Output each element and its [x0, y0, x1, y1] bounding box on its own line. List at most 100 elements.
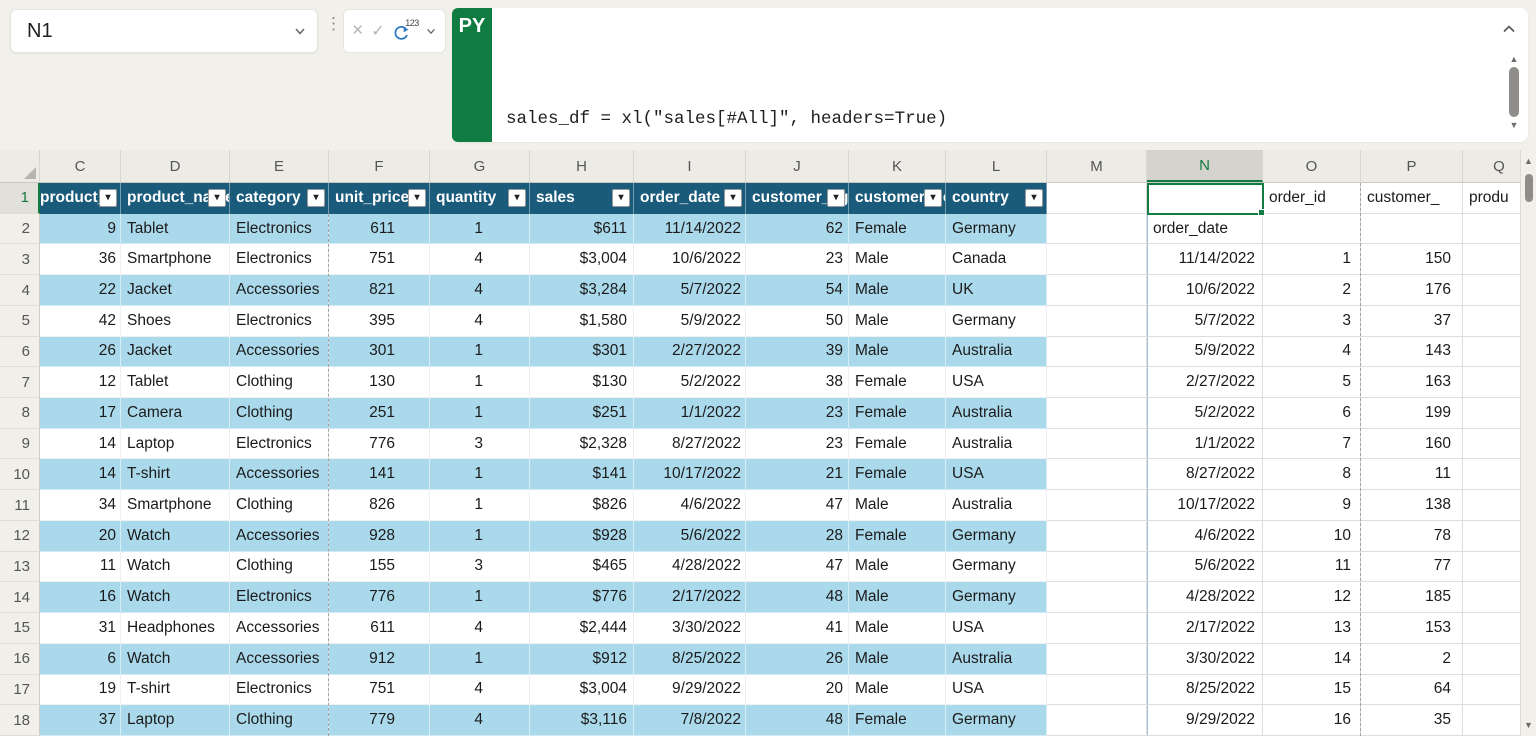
cell-D12[interactable]: Watch — [121, 521, 230, 552]
cell-D16[interactable]: Watch — [121, 644, 230, 675]
cell-J17[interactable]: 20 — [746, 675, 849, 706]
row-header-16[interactable]: 16 — [0, 644, 40, 675]
cell-H18[interactable]: $3,116 — [530, 705, 634, 736]
cell-C9[interactable]: 14 — [40, 429, 121, 460]
cell-K8[interactable]: Female — [849, 398, 946, 429]
cell-F2[interactable]: 611 — [329, 214, 430, 245]
cell-P5[interactable]: 37 — [1361, 306, 1463, 337]
cell-E14[interactable]: Electronics — [230, 582, 329, 613]
cell-C14[interactable]: 16 — [40, 582, 121, 613]
cell-K3[interactable]: Male — [849, 244, 946, 275]
row-header-11[interactable]: 11 — [0, 490, 40, 521]
cell-L18[interactable]: Germany — [946, 705, 1047, 736]
cell-D5[interactable]: Shoes — [121, 306, 230, 337]
cell-N2[interactable]: order_date — [1147, 214, 1263, 245]
column-header-I[interactable]: I — [634, 150, 746, 182]
column-header-C[interactable]: C — [40, 150, 121, 182]
cell-J4[interactable]: 54 — [746, 275, 849, 306]
cell-H11[interactable]: $826 — [530, 490, 634, 521]
cell-J13[interactable]: 47 — [746, 552, 849, 583]
cell-N10[interactable]: 8/27/2022 — [1147, 459, 1263, 490]
row-header-10[interactable]: 10 — [0, 459, 40, 490]
filter-button[interactable]: ▾ — [408, 189, 426, 207]
cell-M12[interactable] — [1047, 521, 1147, 552]
cell-H17[interactable]: $3,004 — [530, 675, 634, 706]
cell-N14[interactable]: 4/28/2022 — [1147, 582, 1263, 613]
cell-D4[interactable]: Jacket — [121, 275, 230, 306]
cell-G12[interactable]: 1 — [430, 521, 530, 552]
cell-P8[interactable]: 199 — [1361, 398, 1463, 429]
cell-P18[interactable]: 35 — [1361, 705, 1463, 736]
cell-O9[interactable]: 7 — [1263, 429, 1361, 460]
grid-vertical-scrollbar[interactable]: ▲ ▼ — [1520, 150, 1536, 736]
table-header-L1[interactable]: country▾ — [946, 183, 1047, 214]
filter-button[interactable]: ▾ — [827, 189, 845, 207]
cell-F9[interactable]: 776 — [329, 429, 430, 460]
cell-O13[interactable]: 11 — [1263, 552, 1361, 583]
cell-F5[interactable]: 395 — [329, 306, 430, 337]
cell-K17[interactable]: Male — [849, 675, 946, 706]
cell-L4[interactable]: UK — [946, 275, 1047, 306]
chevron-down-icon[interactable] — [425, 25, 437, 37]
cell-M6[interactable] — [1047, 337, 1147, 368]
cell-P9[interactable]: 160 — [1361, 429, 1463, 460]
table-header-I1[interactable]: order_date▾ — [634, 183, 746, 214]
cell-C7[interactable]: 12 — [40, 367, 121, 398]
row-header-14[interactable]: 14 — [0, 582, 40, 613]
cell-N4[interactable]: 10/6/2022 — [1147, 275, 1263, 306]
row-header-15[interactable]: 15 — [0, 613, 40, 644]
cell-E9[interactable]: Electronics — [230, 429, 329, 460]
cell-H9[interactable]: $2,328 — [530, 429, 634, 460]
cell-C3[interactable]: 36 — [40, 244, 121, 275]
cell-C5[interactable]: 42 — [40, 306, 121, 337]
cell-I5[interactable]: 5/9/2022 — [634, 306, 746, 337]
cell-L5[interactable]: Germany — [946, 306, 1047, 337]
cell-G8[interactable]: 1 — [430, 398, 530, 429]
cell-G6[interactable]: 1 — [430, 337, 530, 368]
cell-F8[interactable]: 251 — [329, 398, 430, 429]
cell-N18[interactable]: 9/29/2022 — [1147, 705, 1263, 736]
cell-M14[interactable] — [1047, 582, 1147, 613]
cell-L15[interactable]: USA — [946, 613, 1047, 644]
cell-I10[interactable]: 10/17/2022 — [634, 459, 746, 490]
cell-I13[interactable]: 4/28/2022 — [634, 552, 746, 583]
cell-D8[interactable]: Camera — [121, 398, 230, 429]
select-all-corner[interactable] — [0, 150, 40, 182]
column-header-N[interactable]: N — [1147, 150, 1263, 182]
cell-C18[interactable]: 37 — [40, 705, 121, 736]
cell-K12[interactable]: Female — [849, 521, 946, 552]
table-header-D1[interactable]: product_name▾ — [121, 183, 230, 214]
cell-P16[interactable]: 2 — [1361, 644, 1463, 675]
scrollbar-thumb[interactable] — [1509, 67, 1519, 117]
cell-M3[interactable] — [1047, 244, 1147, 275]
column-header-K[interactable]: K — [849, 150, 946, 182]
cell-H8[interactable]: $251 — [530, 398, 634, 429]
cell-K2[interactable]: Female — [849, 214, 946, 245]
more-options-icon[interactable]: ⋮ — [325, 13, 342, 35]
cell-D15[interactable]: Headphones — [121, 613, 230, 644]
cell-F13[interactable]: 155 — [329, 552, 430, 583]
cell-F10[interactable]: 141 — [329, 459, 430, 490]
cell-I6[interactable]: 2/27/2022 — [634, 337, 746, 368]
cell-K5[interactable]: Male — [849, 306, 946, 337]
cell-J14[interactable]: 48 — [746, 582, 849, 613]
cell-O7[interactable]: 5 — [1263, 367, 1361, 398]
cell-P11[interactable]: 138 — [1361, 490, 1463, 521]
cell-J8[interactable]: 23 — [746, 398, 849, 429]
formula-input[interactable]: sales_df = xl("sales[#All]", headers=Tru… — [506, 9, 1494, 141]
cell-N13[interactable]: 5/6/2022 — [1147, 552, 1263, 583]
cell-D3[interactable]: Smartphone — [121, 244, 230, 275]
cell-L16[interactable]: Australia — [946, 644, 1047, 675]
cell-P4[interactable]: 176 — [1361, 275, 1463, 306]
cell-N16[interactable]: 3/30/2022 — [1147, 644, 1263, 675]
cell-L12[interactable]: Germany — [946, 521, 1047, 552]
table-header-E1[interactable]: category▾ — [230, 183, 329, 214]
cell-M16[interactable] — [1047, 644, 1147, 675]
filter-button[interactable]: ▾ — [99, 189, 117, 207]
cell-F16[interactable]: 912 — [329, 644, 430, 675]
cell-C4[interactable]: 22 — [40, 275, 121, 306]
cell-L13[interactable]: Germany — [946, 552, 1047, 583]
chevron-down-icon[interactable] — [293, 24, 307, 38]
cell-F18[interactable]: 779 — [329, 705, 430, 736]
cell-E4[interactable]: Accessories — [230, 275, 329, 306]
